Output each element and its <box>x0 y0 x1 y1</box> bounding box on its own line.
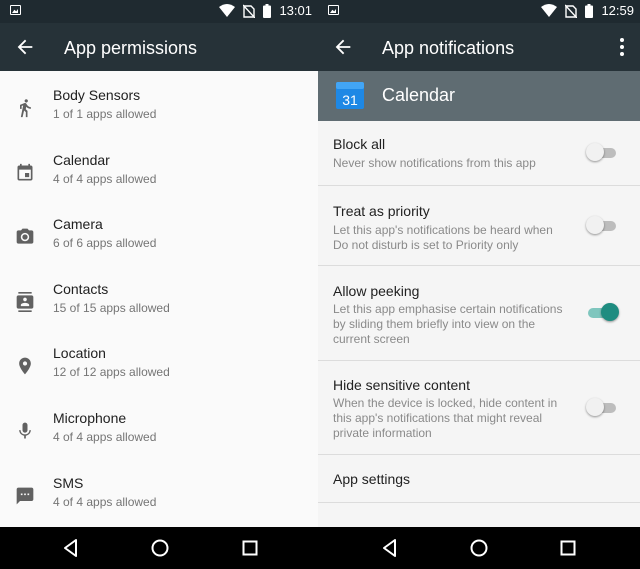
page-title: App permissions <box>64 38 198 58</box>
microphone-icon <box>19 422 31 439</box>
app-permissions-screen: 13:01 App permissions Body Sensors 1 of … <box>0 0 318 527</box>
status-bar: 13:01 <box>0 0 318 23</box>
list-item-location[interactable]: Location 12 of 12 apps allowed <box>0 336 318 401</box>
item-label: Body Sensors <box>53 87 141 103</box>
calendar-icon <box>17 163 33 181</box>
item-subtitle: 1 of 1 apps allowed <box>53 107 157 121</box>
recents-square-icon[interactable] <box>240 538 260 558</box>
setting-treat-as-priority[interactable]: Treat as priority Let this app's notific… <box>318 186 640 266</box>
sms-icon <box>16 487 34 504</box>
setting-description: Never show notifications from this app <box>333 156 536 170</box>
status-time: 12:59 <box>601 3 634 18</box>
setting-title: Hide sensitive content <box>333 377 470 393</box>
recents-square-icon[interactable] <box>558 538 578 558</box>
contacts-icon <box>16 291 34 312</box>
hide-sensitive-content-toggle[interactable] <box>586 396 618 420</box>
app-settings-label: App settings <box>333 471 411 487</box>
item-label: Microphone <box>53 409 127 426</box>
setting-description: When the device is locked, hide content … <box>333 396 558 440</box>
setting-allow-peeking[interactable]: Allow peeking Let this app emphasise cer… <box>318 266 640 361</box>
setting-title: Allow peeking <box>333 283 420 299</box>
item-subtitle: 12 of 12 apps allowed <box>53 365 170 380</box>
permission-list: Body Sensors 1 of 1 apps allowed Calenda… <box>0 78 318 527</box>
list-item-microphone[interactable]: Microphone 4 of 4 apps allowed <box>0 401 318 466</box>
home-circle-icon[interactable] <box>150 538 170 558</box>
treat-as-priority-toggle[interactable] <box>586 214 618 238</box>
item-label: Location <box>53 345 106 362</box>
status-bar: 12:59 <box>318 0 640 23</box>
item-label: Camera <box>53 216 103 233</box>
app-notifications-screen: 12:59 App notifications 31 Calendar Bloc… <box>318 0 640 527</box>
item-subtitle: 4 of 4 apps allowed <box>53 171 157 186</box>
item-subtitle: 6 of 6 apps allowed <box>53 236 157 251</box>
battery-icon <box>263 4 272 18</box>
overflow-menu-icon[interactable] <box>618 37 626 57</box>
item-label: SMS <box>53 474 84 491</box>
item-label: Calendar <box>53 151 110 168</box>
app-bar: App permissions <box>0 23 318 71</box>
list-item-camera[interactable]: Camera 6 of 6 apps allowed <box>0 207 318 272</box>
image-notification-icon <box>328 5 339 15</box>
allow-peeking-toggle[interactable] <box>588 301 619 325</box>
back-arrow-icon[interactable] <box>332 36 354 58</box>
item-subtitle: 15 of 15 apps allowed <box>53 300 170 315</box>
page-title: App notifications <box>382 38 515 58</box>
image-notification-icon <box>10 5 21 15</box>
no-sim-icon <box>565 4 578 18</box>
camera-icon <box>16 228 34 244</box>
home-circle-icon[interactable] <box>469 538 489 558</box>
status-time: 13:01 <box>279 3 312 18</box>
app-bar: App notifications <box>318 23 640 71</box>
back-triangle-icon[interactable] <box>380 538 400 558</box>
setting-title: Treat as priority <box>333 203 430 219</box>
list-item-body-sensors[interactable]: Body Sensors 1 of 1 apps allowed <box>0 78 318 143</box>
item-subtitle: 4 of 4 apps allowed <box>53 429 157 444</box>
item-label: Contacts <box>53 280 109 297</box>
battery-icon <box>585 4 594 18</box>
app-header: 31 Calendar <box>318 71 640 121</box>
body-sensors-icon <box>20 99 31 118</box>
calendar-day-number: 31 <box>342 92 358 108</box>
wifi-icon <box>541 4 558 17</box>
setting-title: Block all <box>333 136 386 152</box>
setting-hide-sensitive-content[interactable]: Hide sensitive content When the device i… <box>318 361 640 455</box>
app-settings-item[interactable]: App settings <box>318 455 640 503</box>
back-arrow-icon[interactable] <box>14 36 36 58</box>
system-icons: 13:01 <box>219 3 312 19</box>
calendar-app-icon: 31 <box>336 82 364 109</box>
back-triangle-icon[interactable] <box>61 538 81 558</box>
setting-block-all[interactable]: Block all Never show notifications from … <box>318 121 640 186</box>
list-item-sms[interactable]: SMS 4 of 4 apps allowed <box>0 466 318 527</box>
location-icon <box>19 358 31 375</box>
system-icons: 12:59 <box>541 3 634 19</box>
item-subtitle: 4 of 4 apps allowed <box>53 494 157 509</box>
list-item-calendar[interactable]: Calendar 4 of 4 apps allowed <box>0 143 318 208</box>
setting-description: Let this app's notifications be heard wh… <box>333 223 553 252</box>
wifi-icon <box>219 4 236 17</box>
list-item-contacts[interactable]: Contacts 15 of 15 apps allowed <box>0 272 318 337</box>
block-all-toggle[interactable] <box>586 141 618 165</box>
no-sim-icon <box>243 4 256 18</box>
navigation-bar <box>0 527 640 569</box>
app-name: Calendar <box>382 85 456 105</box>
setting-description: Let this app emphasise certain notificat… <box>333 302 563 346</box>
